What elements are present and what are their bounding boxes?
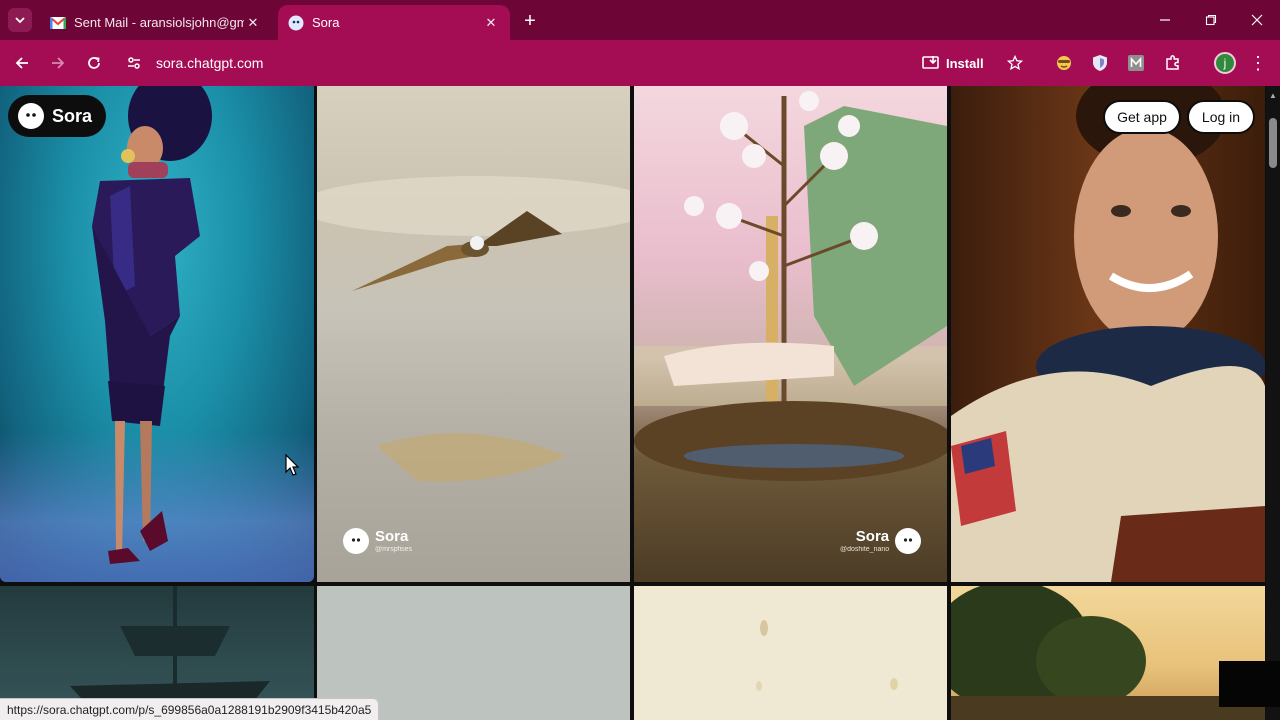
tab-gmail[interactable]: Sent Mail - aransiolsjohn@gma ✕ (40, 5, 272, 40)
profile-avatar[interactable]: j (1214, 52, 1236, 74)
scrollbar-thumb[interactable] (1269, 118, 1277, 168)
mouse-cursor-icon (285, 454, 299, 476)
tab-sora[interactable]: Sora ✕ (278, 5, 510, 40)
minimize-button[interactable] (1142, 0, 1188, 40)
get-app-button[interactable]: Get app (1103, 100, 1181, 134)
forward-button[interactable] (44, 49, 72, 77)
extensions-menu-button[interactable] (1159, 49, 1187, 77)
watermark-handle: @doshite_nano (840, 546, 890, 553)
thumbnail-tree-art (634, 91, 947, 481)
overlay-box (1219, 661, 1280, 707)
page-viewport: Sora @mrspfises Sora @doshite_nano Sora … (0, 86, 1280, 720)
extension-button[interactable] (1086, 49, 1114, 77)
log-in-button[interactable]: Log in (1187, 100, 1255, 134)
sora-logo-icon (343, 528, 369, 554)
video-thumbnail[interactable] (0, 86, 314, 582)
arrow-right-icon (52, 57, 65, 69)
scroll-up-arrow-icon[interactable]: ▲ (1269, 90, 1277, 100)
video-thumbnail[interactable]: Sora @doshite_nano (634, 86, 947, 582)
m-extension-icon (1128, 55, 1144, 71)
browser-menu-button[interactable]: ⋮ (1246, 49, 1270, 77)
sora-icon (288, 15, 304, 31)
video-thumbnail[interactable] (634, 586, 947, 720)
extension-button[interactable] (1122, 49, 1150, 77)
close-icon[interactable]: ✕ (482, 14, 500, 32)
thumbnail-petal-art (756, 620, 898, 691)
gmail-icon (50, 15, 66, 31)
page-scrollbar[interactable]: ▲ (1266, 86, 1280, 720)
install-app-button[interactable]: Install (922, 48, 984, 78)
logo-text: Sora (52, 105, 93, 126)
shield-icon (1093, 55, 1107, 71)
bookmark-button[interactable] (1001, 49, 1029, 77)
close-icon[interactable]: ✕ (244, 14, 262, 32)
video-thumbnail[interactable] (951, 86, 1265, 582)
tab-strip: Sent Mail - aransiolsjohn@gma ✕ Sora ✕ + (0, 0, 1280, 40)
reload-button[interactable] (80, 49, 108, 77)
install-icon (922, 56, 939, 69)
watermark-brand: Sora (375, 528, 409, 545)
browser-toolbar: sora.chatgpt.com Install j ⋮ (0, 40, 1280, 86)
address-bar[interactable]: sora.chatgpt.com (116, 46, 1046, 80)
thumbnail-figure-art (92, 86, 212, 564)
video-thumbnail[interactable] (951, 586, 1265, 720)
url-text: sora.chatgpt.com (156, 55, 264, 71)
minimize-icon (1160, 19, 1170, 21)
tab-search-button[interactable] (8, 8, 32, 32)
link-status-bar: https://sora.chatgpt.com/p/s_699856a0a12… (0, 698, 380, 720)
arrow-left-icon (15, 57, 28, 69)
tab-title: Sent Mail - aransiolsjohn@gma (74, 15, 244, 30)
sora-watermark: Sora @mrspfises (343, 528, 418, 554)
watermark-handle: @mrspfises (375, 546, 413, 553)
window-close-button[interactable] (1234, 0, 1280, 40)
extension-button[interactable] (1050, 49, 1078, 77)
close-icon (1251, 14, 1263, 26)
extension-smiley-icon (1057, 56, 1071, 70)
chevron-down-icon (15, 17, 25, 24)
back-button[interactable] (8, 49, 36, 77)
restore-icon (1205, 14, 1217, 26)
sora-home-logo[interactable]: Sora (8, 95, 107, 137)
sora-logo-icon (895, 528, 922, 554)
puzzle-icon (1166, 55, 1179, 70)
thumbnail-eagle-art (317, 176, 630, 482)
sora-watermark: Sora @doshite_nano (834, 528, 922, 554)
new-tab-button[interactable]: + (518, 9, 542, 33)
more-vert-icon: ⋮ (1249, 52, 1267, 73)
restore-button[interactable] (1188, 0, 1234, 40)
plus-icon: + (524, 9, 536, 32)
video-thumbnail[interactable]: Sora @mrspfises (317, 86, 630, 582)
site-info-icon[interactable] (120, 49, 148, 77)
reload-icon (88, 57, 100, 69)
star-icon (1007, 55, 1023, 71)
sora-logo-icon (18, 103, 44, 129)
watermark-brand: Sora (855, 528, 890, 545)
tab-title: Sora (312, 15, 340, 30)
thumbnail-astronaut-art (951, 86, 1265, 582)
install-label: Install (946, 55, 984, 71)
thumbnail-tree-silhouette-art (951, 586, 1265, 720)
